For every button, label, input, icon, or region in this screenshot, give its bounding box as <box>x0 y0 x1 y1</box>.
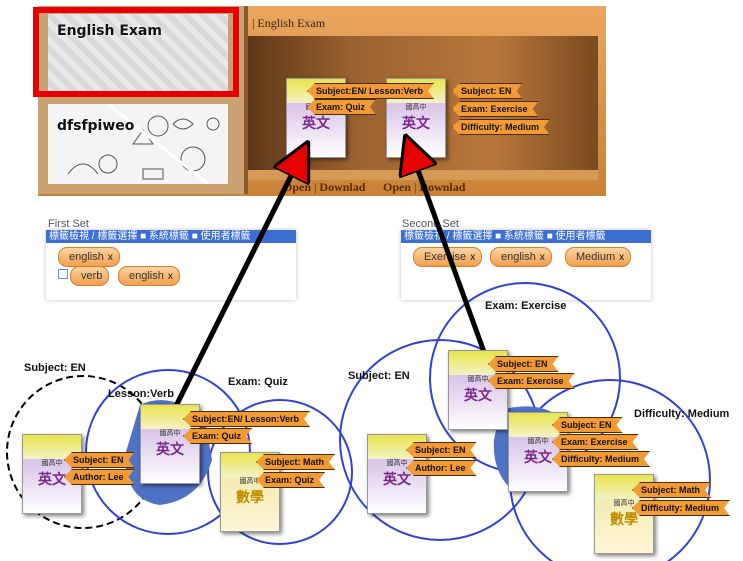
tag-difficulty-medium: Difficulty: Medium <box>552 451 650 467</box>
tag-subject-math: Subject: Math <box>632 482 711 498</box>
tag-exam-quiz: Exam: Quiz <box>183 428 252 444</box>
tag-exam-quiz: Exam: Quiz <box>256 472 325 488</box>
venn-right-label-exercise: Exam: Exercise <box>485 300 567 312</box>
tag-subject-math: Subject: Math <box>256 454 335 470</box>
tag-subject-lesson: Subject:EN/ Lesson:Verb <box>183 411 310 427</box>
venn-left-label-subject: Subject: EN <box>24 362 86 374</box>
venn-left-label-lesson: Lesson:Verb <box>108 388 175 400</box>
tag-exam-exercise: Exam: Exercise <box>552 434 639 450</box>
tag-subject-en: Subject: EN <box>406 442 477 458</box>
venn-left-label-quiz: Exam: Quiz <box>228 376 288 388</box>
tag-author-lee: Author: Lee <box>64 469 135 485</box>
tag-exam-exercise: Exam: Exercise <box>488 373 575 389</box>
tag-difficulty-medium: Difficulty: Medium <box>632 500 730 516</box>
tag-subject-en: Subject: EN <box>488 356 559 372</box>
venn-right-label-difficulty: Difficulty: Medium <box>634 408 730 420</box>
tag-subject-en: Subject: EN <box>64 452 135 468</box>
venn-right-label-subject: Subject: EN <box>348 370 410 382</box>
tag-author-lee: Author: Lee <box>406 460 477 476</box>
tag-subject-en: Subject: EN <box>552 417 623 433</box>
